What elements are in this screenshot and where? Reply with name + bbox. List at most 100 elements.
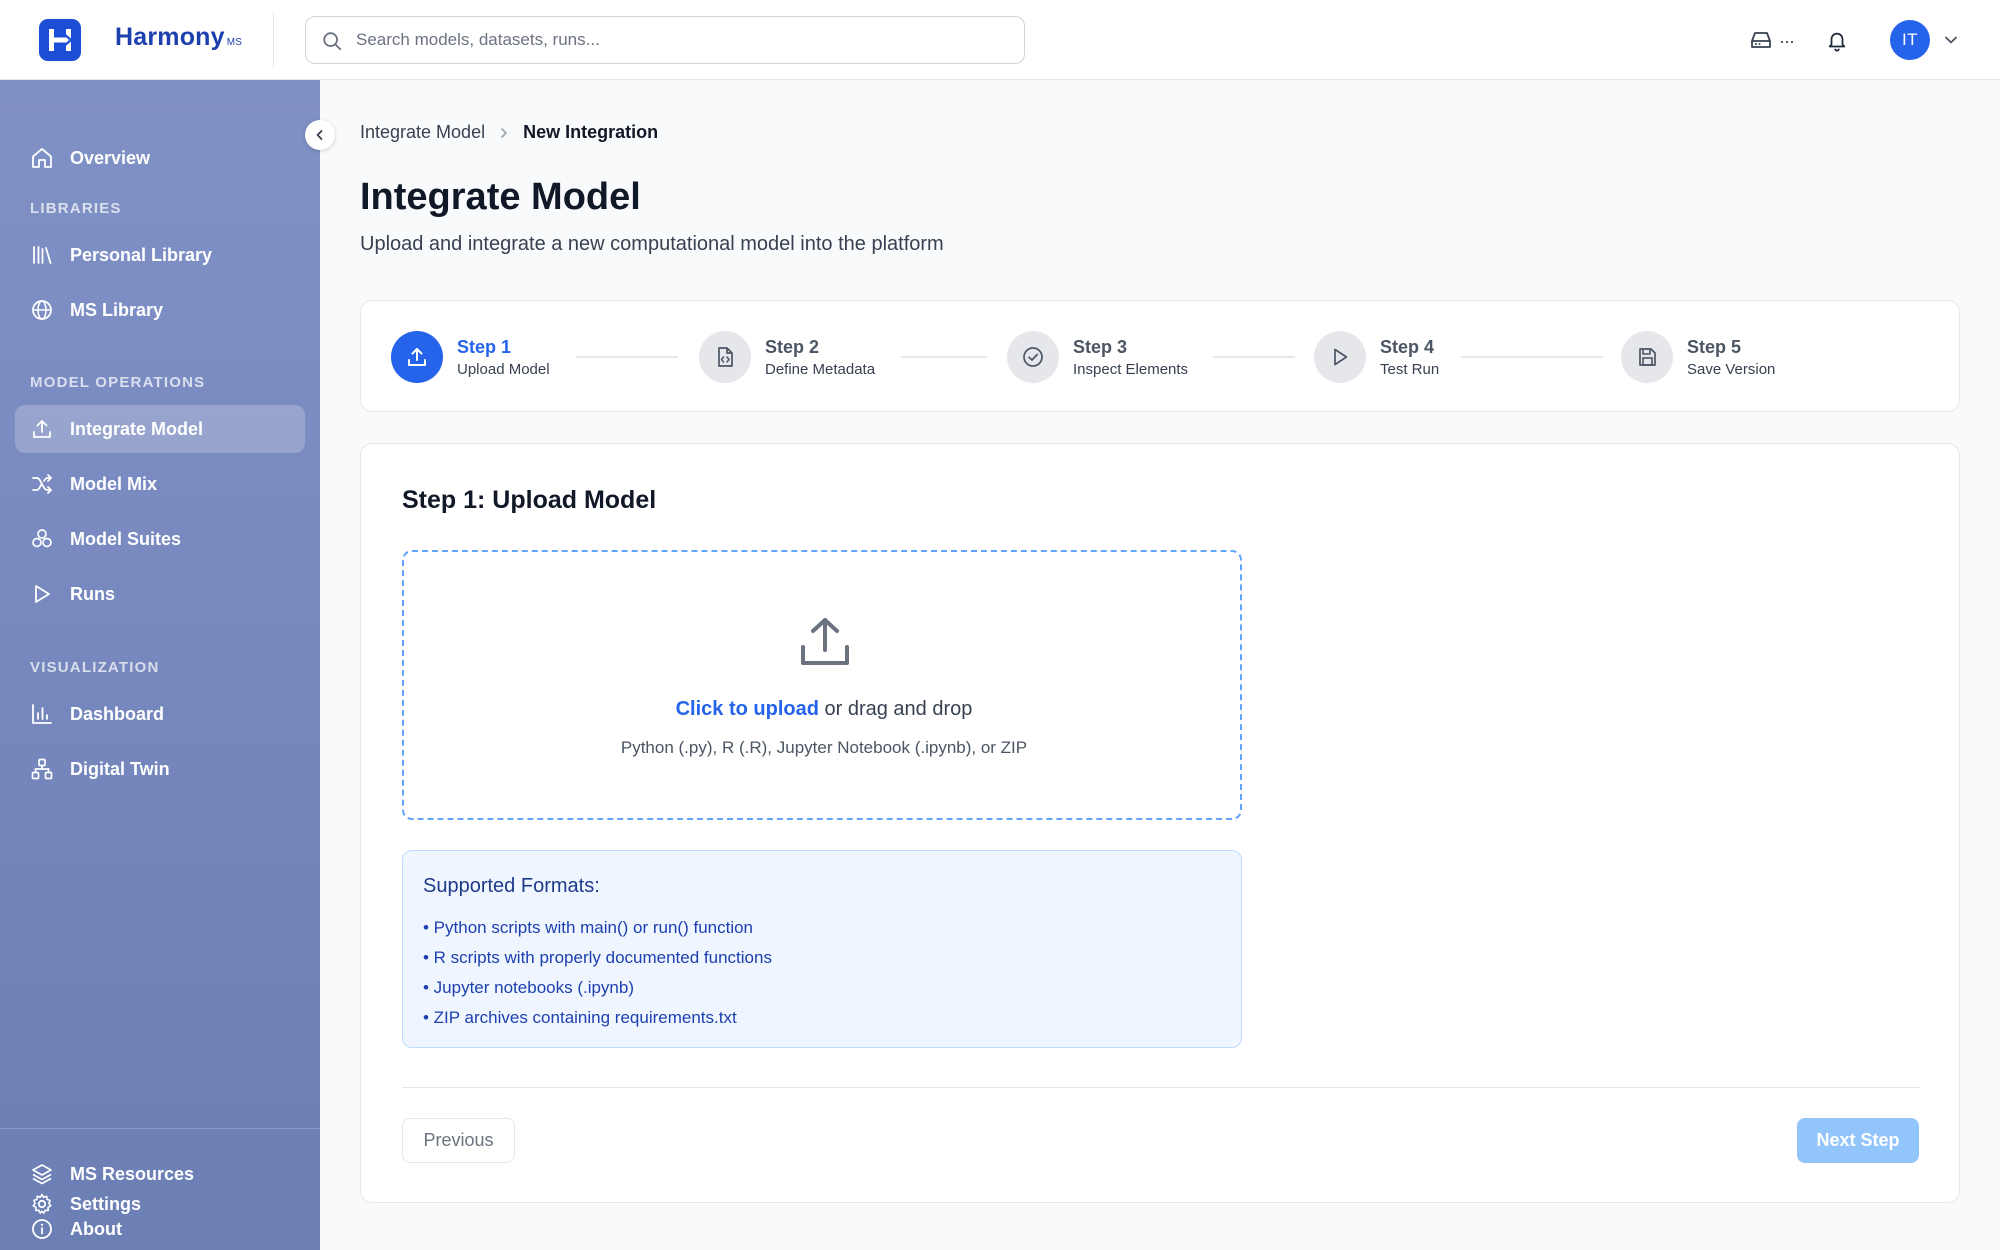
integration-stepper: Step 1 Upload Model Step 2 Define Metada…	[360, 300, 1960, 412]
breadcrumb-parent-link[interactable]: Integrate Model	[360, 122, 485, 143]
search-bar	[305, 16, 1025, 64]
bar-chart-icon	[32, 704, 52, 724]
sidebar-item-label: Personal Library	[70, 245, 213, 265]
breadcrumb: Integrate Model New Integration	[360, 122, 658, 143]
upload-icon	[801, 618, 849, 665]
list-item: • R scripts with properly documented fun…	[423, 948, 772, 967]
storage-label: ...	[1779, 26, 1795, 47]
sidebar-item-label: MS Library	[70, 300, 164, 320]
hard-drive-icon	[1751, 32, 1772, 48]
sidebar-item-digital-twin[interactable]: Digital Twin	[15, 745, 305, 793]
chevron-down-icon[interactable]	[1941, 30, 1961, 50]
step-connector	[1213, 356, 1295, 358]
section-title: Step 1: Upload Model	[402, 486, 657, 514]
sidebar-item-personal-library[interactable]: Personal Library	[15, 231, 305, 279]
harmony-logo[interactable]	[39, 19, 81, 61]
next-step-button[interactable]: Next Step	[1797, 1118, 1919, 1163]
gear-icon	[32, 1193, 52, 1214]
brand-text: Harmony	[115, 23, 225, 51]
play-icon	[1334, 348, 1348, 366]
sidebar-item-runs[interactable]: Runs	[15, 570, 305, 618]
step-description: Define Metadata	[765, 361, 876, 378]
step-description: Inspect Elements	[1073, 361, 1189, 378]
upload-icon	[33, 420, 51, 438]
search-input[interactable]	[356, 25, 1006, 55]
logo-h-icon	[49, 29, 73, 51]
section-libraries: LIBRARIES	[30, 200, 122, 217]
section-visualization: VISUALIZATION	[30, 659, 160, 676]
bell-icon	[1828, 32, 1846, 52]
search-icon	[323, 32, 342, 51]
sidebar-item-label: Integrate Model	[70, 419, 204, 439]
breadcrumb-current: New Integration	[523, 122, 659, 142]
dropzone-instruction: Click to upload or drag and drop	[404, 698, 1244, 721]
brand-suffix: MS	[226, 37, 243, 48]
sidebar-item-label: Model Mix	[70, 474, 158, 494]
shuffle-icon	[32, 474, 52, 494]
network-icon	[31, 758, 53, 780]
step-1-indicator	[391, 331, 443, 383]
top-header: HarmonyMS ... IT	[0, 0, 2000, 80]
step-description: Upload Model	[457, 361, 550, 378]
list-item: • ZIP archives containing requirements.t…	[423, 1008, 737, 1027]
step-3-indicator	[1007, 331, 1059, 383]
sidebar-item-dashboard[interactable]: Dashboard	[15, 690, 305, 738]
previous-button[interactable]: Previous	[402, 1118, 515, 1163]
sidebar-item-ms-library[interactable]: MS Library	[15, 286, 305, 334]
sidebar-item-label: Overview	[70, 148, 151, 168]
dropzone-file-types: Python (.py), R (.R), Jupyter Notebook (…	[620, 738, 1028, 757]
boxes-icon	[32, 529, 52, 548]
sidebar-item-label: Runs	[70, 584, 115, 604]
sidebar-item-label: Settings	[70, 1194, 142, 1214]
sidebar-item-overview[interactable]: Overview	[15, 134, 305, 182]
sidebar-item-label: Dashboard	[70, 704, 165, 724]
globe-icon	[32, 300, 52, 320]
step-connector	[901, 356, 987, 358]
supported-formats-list: • Python scripts with main() or run() fu…	[423, 913, 772, 1033]
collapse-sidebar-button[interactable]	[305, 120, 335, 150]
notifications-button[interactable]	[1820, 24, 1854, 58]
step-connector	[1461, 356, 1603, 358]
click-to-upload-link[interactable]: Click to upload	[676, 698, 819, 720]
sidebar: Overview LIBRARIES Personal Library MS L…	[0, 80, 320, 1250]
page-subtitle: Upload and integrate a new computational…	[360, 233, 944, 255]
file-dropzone[interactable]: Click to upload or drag and drop Python …	[402, 550, 1242, 820]
header-divider	[273, 12, 274, 68]
step-description: Test Run	[1380, 361, 1440, 378]
sidebar-item-model-mix[interactable]: Model Mix	[15, 460, 305, 508]
upload-icon	[408, 348, 426, 366]
play-icon	[35, 585, 50, 603]
step-title: Step 5	[1687, 337, 1742, 357]
library-icon	[33, 246, 52, 264]
brand-name[interactable]: Harmony MS	[115, 23, 242, 52]
save-icon	[1639, 348, 1656, 366]
sidebar-item-settings[interactable]: Settings	[15, 1180, 305, 1228]
sidebar-item-label: Model Suites	[70, 529, 182, 549]
step-title: Step 4	[1380, 337, 1435, 357]
step-title: Step 2	[765, 337, 820, 357]
chevron-left-icon	[316, 130, 323, 140]
sidebar-item-integrate-model[interactable]: Integrate Model	[15, 405, 305, 453]
step-description: Save Version	[1687, 361, 1776, 378]
step-5-indicator	[1621, 331, 1673, 383]
sidebar-item-model-suites[interactable]: Model Suites	[15, 515, 305, 563]
step-title: Step 3	[1073, 337, 1128, 357]
sidebar-item-label: Digital Twin	[70, 759, 170, 779]
supported-formats-title: Supported Formats:	[423, 875, 600, 897]
supported-formats-box: Supported Formats: • Python scripts with…	[402, 850, 1242, 1048]
file-code-icon	[718, 347, 733, 367]
list-item: • Jupyter notebooks (.ipynb)	[423, 978, 635, 997]
card-divider	[402, 1087, 1920, 1088]
check-circle-icon	[1023, 347, 1043, 367]
list-item: • Python scripts with main() or run() fu…	[423, 918, 754, 937]
step-connector	[576, 356, 678, 358]
user-avatar[interactable]: IT	[1890, 20, 1930, 60]
step-title: Step 1	[457, 337, 512, 357]
step-2-indicator	[699, 331, 751, 383]
section-model-operations: MODEL OPERATIONS	[30, 374, 206, 391]
page-title: Integrate Model	[360, 176, 641, 218]
storage-button[interactable]: ...	[1742, 24, 1802, 56]
home-icon	[32, 148, 52, 168]
step-4-indicator	[1314, 331, 1366, 383]
sidebar-divider	[0, 1128, 320, 1129]
